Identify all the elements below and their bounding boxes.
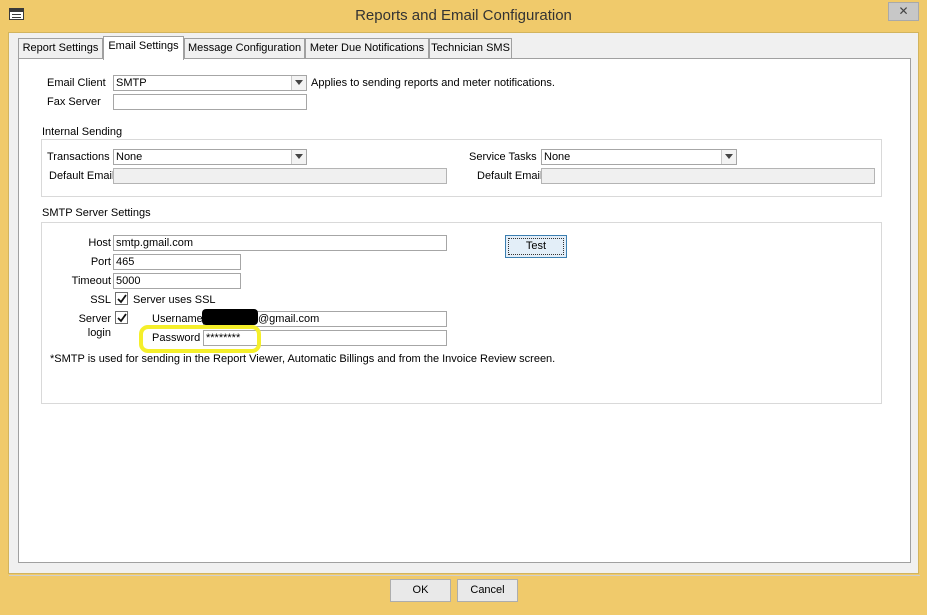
service-default-email-input[interactable]: [541, 168, 875, 184]
service-tasks-select[interactable]: None: [541, 149, 737, 165]
host-label: Host: [88, 237, 111, 249]
cancel-button[interactable]: Cancel: [457, 579, 518, 602]
service-default-email-label: Default Email: [477, 170, 543, 182]
username-label: Username: [152, 313, 203, 325]
tab-technician-sms[interactable]: Technician SMS: [429, 38, 512, 59]
tab-email-settings[interactable]: Email Settings: [103, 36, 184, 60]
footer-divider: [9, 575, 920, 576]
dialog-client: Report Settings Email Settings Message C…: [8, 32, 920, 576]
tab-message-configuration[interactable]: Message Configuration: [184, 38, 305, 59]
transactions-label: Transactions: [47, 151, 110, 163]
tab-report-settings[interactable]: Report Settings: [18, 38, 103, 59]
email-client-value: SMTP: [116, 77, 147, 89]
email-client-note: Applies to sending reports and meter not…: [311, 77, 555, 89]
close-icon: ✕: [898, 4, 909, 18]
default-email-input[interactable]: [113, 168, 447, 184]
checkmark-icon: [117, 294, 127, 304]
port-input[interactable]: 465: [113, 254, 241, 270]
window-title: Reports and Email Configuration: [355, 7, 572, 24]
chevron-down-icon: [291, 76, 306, 90]
server-label: Server: [78, 313, 111, 325]
timeout-label: Timeout: [71, 275, 111, 287]
host-input[interactable]: smtp.gmail.com: [113, 235, 447, 251]
transactions-value: None: [116, 151, 143, 163]
cancel-button-label: Cancel: [470, 584, 505, 596]
transactions-select[interactable]: None: [113, 149, 307, 165]
ssl-label: SSL: [90, 294, 111, 306]
internal-sending-heading: Internal Sending: [42, 126, 123, 138]
ssl-checkbox[interactable]: [115, 292, 128, 305]
login-label: login: [87, 327, 111, 339]
fax-server-input[interactable]: [113, 94, 307, 110]
chevron-down-icon: [721, 150, 736, 164]
test-button[interactable]: Test: [505, 235, 567, 258]
highlight-annotation: [139, 325, 261, 353]
port-label: Port: [90, 256, 111, 268]
close-button[interactable]: ✕: [888, 2, 919, 21]
chevron-down-icon: [291, 150, 306, 164]
service-tasks-label: Service Tasks: [469, 151, 537, 163]
fax-server-label: Fax Server: [47, 96, 101, 108]
email-client-select[interactable]: SMTP: [113, 75, 307, 91]
server-login-checkbox[interactable]: [115, 311, 128, 324]
tab-meter-due-notifications[interactable]: Meter Due Notifications: [305, 38, 429, 59]
service-tasks-value: None: [544, 151, 571, 163]
smtp-note: *SMTP is used for sending in the Report …: [50, 353, 556, 365]
email-settings-panel: Email Client SMTP Applies to sending rep…: [18, 58, 911, 563]
smtp-settings-heading: SMTP Server Settings: [42, 207, 151, 219]
email-client-label: Email Client: [47, 77, 106, 89]
timeout-input[interactable]: 5000: [113, 273, 241, 289]
checkmark-icon: [117, 313, 127, 323]
default-email-label: Default Email: [49, 170, 115, 182]
ok-button[interactable]: OK: [390, 579, 451, 602]
ssl-description: Server uses SSL: [133, 294, 216, 306]
ok-button-label: OK: [412, 584, 429, 596]
title-bar: Reports and Email Configuration ✕: [0, 0, 927, 32]
redaction-block: [202, 309, 258, 325]
